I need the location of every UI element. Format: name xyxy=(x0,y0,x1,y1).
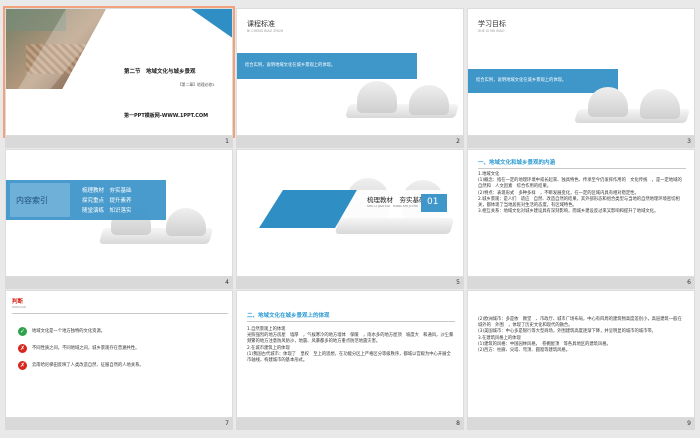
divider xyxy=(247,321,455,322)
slide-number: 7 xyxy=(225,420,229,427)
cross-icon: ✗ xyxy=(18,344,27,353)
divider xyxy=(12,313,228,314)
para: (2)欧洲城市：多是依 教堂 、市政厅、城市广场布局，中心有四周的建筑物高度差别… xyxy=(478,317,682,329)
slide-3-heading: 学习目标 xyxy=(478,20,506,28)
slide-5-canvas: 梳理教材 夯实基础 SHU LI JIAO CAI HANG SHI JI CH… xyxy=(236,149,464,277)
slide-8-body: 1.自然景观上的体现 光照强烈的地方房屋 墙厚 ，气候寒冷的地方墙体 保暖 ，雨… xyxy=(247,327,455,364)
slide-thumb-7[interactable]: 判断 PANDUAN ✓ 地域文化是一个地方独特的文化资源。 ✗ 不同性质之间，… xyxy=(5,290,233,430)
slide-5-footer: 5 xyxy=(236,277,464,289)
slide-4-items: 梳理教材 夯实基础 探究重点 提升素养 随堂演练 知识落实 xyxy=(82,186,162,216)
slide-6-footer: 6 xyxy=(467,277,695,289)
slide-3-canvas: 学习目标 XUE XI MU BIAO 结合实例，说明地域文化在城乡景观上的体现… xyxy=(467,8,695,136)
judge-item-2: 不同性质之间，不同地域之间，城乡景观存在普遍共性。 xyxy=(32,346,140,351)
slide-5-title: 梳理教材 夯实基础 xyxy=(367,196,426,204)
slide-thumb-9[interactable]: (2)欧洲城市：多是依 教堂 、市政厅、城市广场布局，中心有四周的建筑物高度差别… xyxy=(467,290,695,430)
slide-number: 2 xyxy=(456,138,460,145)
slide-1-site: 第一PPT模板网-WWW.1PPT.COM xyxy=(124,113,209,119)
slide-1-canvas: 第二节 地域文化与城乡景观 【第二章】地理必修2 第一PPT模板网-WWW.1P… xyxy=(3,6,235,138)
slide-2-canvas: 课程标准 BI CHENG BIAO ZHUN 结合实例，说明地域文化在城乡景观… xyxy=(236,8,464,136)
slide-5-title-en: SHU LI JIAO CAI HANG SHI JI CHU xyxy=(367,204,419,208)
para: (2)西方：柱廊、尖塔、穹顶、圆窗等建筑风格。 xyxy=(478,348,571,354)
slide-number: 9 xyxy=(687,420,691,427)
para: (1)我国古代城市：体现了 皇权 至上的思想，在功能分区上严格区分等级秩序，都城… xyxy=(247,351,451,364)
divider xyxy=(478,168,686,169)
slide-4-footer: 4 xyxy=(5,277,233,289)
slide-5-index-box: 01 xyxy=(421,194,447,212)
slide-6-heading: 一、地域文化和城乡景观的内涵 xyxy=(478,160,556,166)
slide-1-subtitle: 【第二章】地理必修2 xyxy=(178,82,215,87)
para: 光照强烈的地方房屋 墙厚 ，气候寒冷的地方墙体 保暖 ，雨水多的地方屋顶 坡度大… xyxy=(247,333,454,345)
cross-icon: ✗ xyxy=(18,361,27,370)
para: (1)概念：指在一定的地理环境中或长起来、独具特色、传承至今仍发挥作用的 文化传… xyxy=(478,178,682,190)
slide-7-canvas: 判断 PANDUAN ✓ 地域文化是一个地方独特的文化资源。 ✗ 不同性质之间，… xyxy=(5,290,233,418)
slide-7-badge-en: PANDUAN xyxy=(12,305,26,309)
slide-9-footer: 9 xyxy=(467,418,695,430)
slide-number: 5 xyxy=(456,279,460,286)
slide-thumb-2[interactable]: 课程标准 BI CHENG BIAO ZHUN 结合实例，说明地域文化在城乡景观… xyxy=(236,8,464,148)
index-item[interactable]: 探究重点 提升素养 xyxy=(82,196,162,206)
slide-6-canvas: 一、地域文化和城乡景观的内涵 1.地域文化 (1)概念：指在一定的地理环境中或长… xyxy=(467,149,695,277)
slide-2-footer: 2 xyxy=(236,136,464,148)
slide-9-body: (2)欧洲城市：多是依 教堂 、市政厅、城市广场布局，中心有四周的建筑物高度差别… xyxy=(478,317,686,354)
slide-7-badge: 判断 xyxy=(12,299,24,305)
index-item[interactable]: 梳理教材 夯实基础 xyxy=(82,186,162,196)
slide-3-body: 结合实例，说明地域文化在城乡景观上的体现。 xyxy=(476,78,567,83)
slide-5-bars xyxy=(259,190,463,228)
slide-number: 8 xyxy=(456,420,460,427)
slide-2-heading: 课程标准 xyxy=(247,20,275,28)
slide-number: 1 xyxy=(225,138,229,145)
slide-3-content-bar: 结合实例，说明地域文化在城乡景观上的体现。 xyxy=(468,69,618,93)
slide-8-heading: 二、地域文化在城乡景观上的体现 xyxy=(247,313,330,319)
slide-thumb-4[interactable]: 内容索引 梳理教材 夯实基础 探究重点 提升素养 随堂演练 知识落实 4 xyxy=(5,149,233,289)
check-icon: ✓ xyxy=(18,327,27,336)
slide-4-box: 内容索引 xyxy=(10,183,70,217)
slide-2-content-bar: 结合实例，说明地域文化在城乡景观上的体现。 xyxy=(237,53,417,79)
slide-1-footer: 1 xyxy=(5,136,233,148)
slide-2-heading-en: BI CHENG BIAO ZHUN xyxy=(247,29,283,33)
slide-1-title: 第二节 地域文化与城乡景观 xyxy=(124,69,196,75)
slide-2-body: 结合实例，说明地域文化在城乡景观上的体现。 xyxy=(245,63,336,68)
slide-8-canvas: 二、地域文化在城乡景观上的体现 1.自然景观上的体现 光照强烈的地方房屋 墙厚 … xyxy=(236,290,464,418)
slide-thumb-8[interactable]: 二、地域文化在城乡景观上的体现 1.自然景观上的体现 光照强烈的地方房屋 墙厚 … xyxy=(236,290,464,430)
index-item[interactable]: 随堂演练 知识落实 xyxy=(82,206,162,216)
slide-8-footer: 8 xyxy=(236,418,464,430)
slide-4-box-title: 内容索引 xyxy=(16,196,48,205)
slide-5-index: 01 xyxy=(427,197,439,207)
slide-thumb-5[interactable]: 梳理教材 夯实基础 SHU LI JIAO CAI HANG SHI JI CH… xyxy=(236,149,464,289)
slide-6-body: 1.地域文化 (1)概念：指在一定的地理环境中或长起来、独具特色、传承至今仍发挥… xyxy=(478,172,686,215)
slide-3-footer: 3 xyxy=(467,136,695,148)
judge-item-3: 云南哈尼梯田反映了人类改造自然、征服自然的人地关系。 xyxy=(32,363,144,368)
para: 2.城乡景观：是人们 适应 自然、改造自然的结果，其外部形态和组合类型与当地的自… xyxy=(478,196,680,209)
para: 3.相互关系：地域文化对城乡建设具有深刻影响，而城乡建设反过来又影响和提升了地域… xyxy=(478,209,659,215)
slide-thumb-1[interactable]: 第二节 地域文化与城乡景观 【第二章】地理必修2 第一PPT模板网-WWW.1P… xyxy=(3,6,235,148)
slide-9-canvas: (2)欧洲城市：多是依 教堂 、市政厅、城市广场布局，中心有四周的建筑物高度差别… xyxy=(467,290,695,418)
para: (3)美国城市：中心多是银行等大型商场，外围建筑高度逐渐下降，并呈明显的城市的城… xyxy=(478,329,656,335)
slide-number: 3 xyxy=(687,138,691,145)
slide-4-canvas: 内容索引 梳理教材 夯实基础 探究重点 提升素养 随堂演练 知识落实 xyxy=(5,149,233,277)
slide-thumb-3[interactable]: 学习目标 XUE XI MU BIAO 结合实例，说明地域文化在城乡景观上的体现… xyxy=(467,8,695,148)
slide-3-heading-en: XUE XI MU BIAO xyxy=(478,29,505,33)
slide-number: 4 xyxy=(225,279,229,286)
slide-7-footer: 7 xyxy=(5,418,233,430)
slide-thumb-6[interactable]: 一、地域文化和城乡景观的内涵 1.地域文化 (1)概念：指在一定的地理环境中或长… xyxy=(467,149,695,289)
judge-item-1: 地域文化是一个地方独特的文化资源。 xyxy=(32,329,106,334)
slide-sorter-grid: 第二节 地域文化与城乡景观 【第二章】地理必修2 第一PPT模板网-WWW.1P… xyxy=(0,0,700,438)
slide-number: 6 xyxy=(687,279,691,286)
